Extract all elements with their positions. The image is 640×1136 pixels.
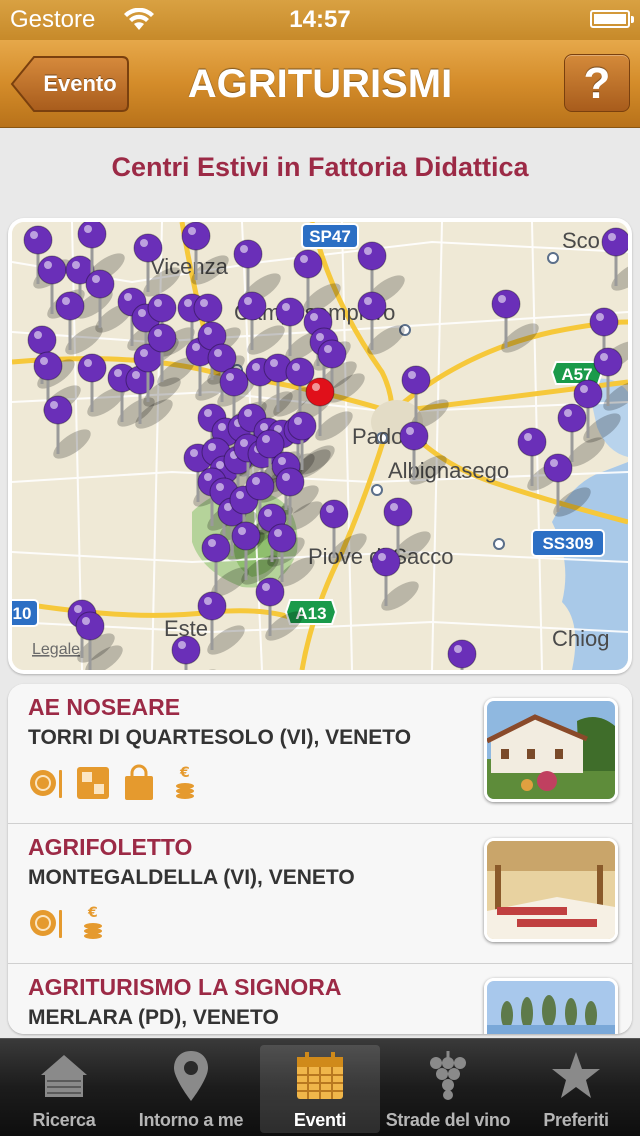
back-button[interactable]: Evento xyxy=(10,55,130,113)
status-bar: Gestore 14:57 xyxy=(0,0,640,40)
svg-text:SS309: SS309 xyxy=(542,534,593,553)
list-item[interactable]: AGRITURISMO LA SIGNORA MERLARA (PD), VEN… xyxy=(8,964,632,1034)
item-name: AGRITURISMO LA SIGNORA xyxy=(28,974,342,1000)
restaurant-icon xyxy=(30,910,62,938)
svg-text:€: € xyxy=(87,905,98,921)
tab-label: Eventi xyxy=(293,1110,347,1130)
event-title: Centri Estivi in Fattoria Didattica xyxy=(111,152,529,182)
tab-strade-del-vino[interactable]: Strade del vino xyxy=(386,1039,511,1136)
page-title: AGRITURISMI xyxy=(187,62,453,106)
item-location: MONTEGALDELLA (VI), VENETO xyxy=(28,866,355,889)
calendar-icon xyxy=(297,1052,343,1099)
item-photo xyxy=(484,978,618,1034)
map-label-sco: Sco xyxy=(562,228,600,253)
map-legal-link[interactable]: Legale xyxy=(32,641,80,658)
tab-label: Preferiti xyxy=(543,1110,609,1130)
help-button[interactable]: ? xyxy=(564,54,630,112)
tab-preferiti[interactable]: Preferiti xyxy=(516,1039,636,1136)
euro-coins-icon: € xyxy=(84,905,102,939)
tab-label: Strade del vino xyxy=(385,1110,511,1130)
item-features: € xyxy=(28,764,204,802)
svg-text:SP47: SP47 xyxy=(309,227,351,246)
grapes-icon xyxy=(430,1051,466,1100)
farmhouse-icon xyxy=(41,1055,87,1097)
tab-eventi[interactable]: Eventi xyxy=(260,1045,380,1133)
map-label-chioggia: Chiog xyxy=(552,626,609,651)
navigation-bar: Evento AGRITURISMI ? xyxy=(0,40,640,128)
map-view[interactable]: Vicenza Camposampiero Padova Albignasego… xyxy=(12,222,628,670)
restaurant-icon xyxy=(30,770,62,798)
item-name: AGRIFOLETTO xyxy=(28,834,193,860)
rooms-icon xyxy=(77,767,109,799)
tab-bar: Ricerca Intorno a me Eventi Strade del v… xyxy=(0,1038,640,1136)
list-item[interactable]: AE NOSEARE TORRI DI QUARTESOLO (VI), VEN… xyxy=(8,684,632,824)
svg-text:10: 10 xyxy=(13,604,32,623)
tab-label: Ricerca xyxy=(32,1110,96,1130)
tab-ricerca[interactable]: Ricerca xyxy=(4,1039,124,1136)
list-item[interactable]: AGRIFOLETTO MONTEGALDELLA (VI), VENETO € xyxy=(8,824,632,964)
item-photo xyxy=(484,698,618,802)
results-list: AE NOSEARE TORRI DI QUARTESOLO (VI), VEN… xyxy=(8,684,632,1034)
item-location: MERLARA (PD), VENETO xyxy=(28,1006,279,1029)
item-location: TORRI DI QUARTESOLO (VI), VENETO xyxy=(28,726,412,749)
map-canvas: Vicenza Camposampiero Padova Albignasego… xyxy=(12,222,628,670)
item-photo xyxy=(484,838,618,942)
map-card: Vicenza Camposampiero Padova Albignasego… xyxy=(8,218,632,674)
map-label-albignasego: Albignasego xyxy=(388,458,509,483)
shop-bag-icon xyxy=(125,764,153,800)
back-button-label: Evento xyxy=(43,71,117,96)
tab-label: Intorno a me xyxy=(138,1110,244,1130)
location-pin-icon xyxy=(174,1051,208,1101)
svg-text:€: € xyxy=(179,765,190,781)
battery-icon xyxy=(590,10,634,28)
euro-coins-icon: € xyxy=(176,765,194,799)
tab-intorno-a-me[interactable]: Intorno a me xyxy=(131,1039,251,1136)
road-shield-ss309: SS309 xyxy=(531,529,605,557)
star-icon xyxy=(552,1052,600,1098)
road-shield-sp47: SP47 xyxy=(301,223,359,249)
item-name: AE NOSEARE xyxy=(28,694,181,720)
road-shield-a10: 10 xyxy=(12,599,39,627)
item-features: € xyxy=(28,904,112,942)
clock: 14:57 xyxy=(289,6,351,33)
